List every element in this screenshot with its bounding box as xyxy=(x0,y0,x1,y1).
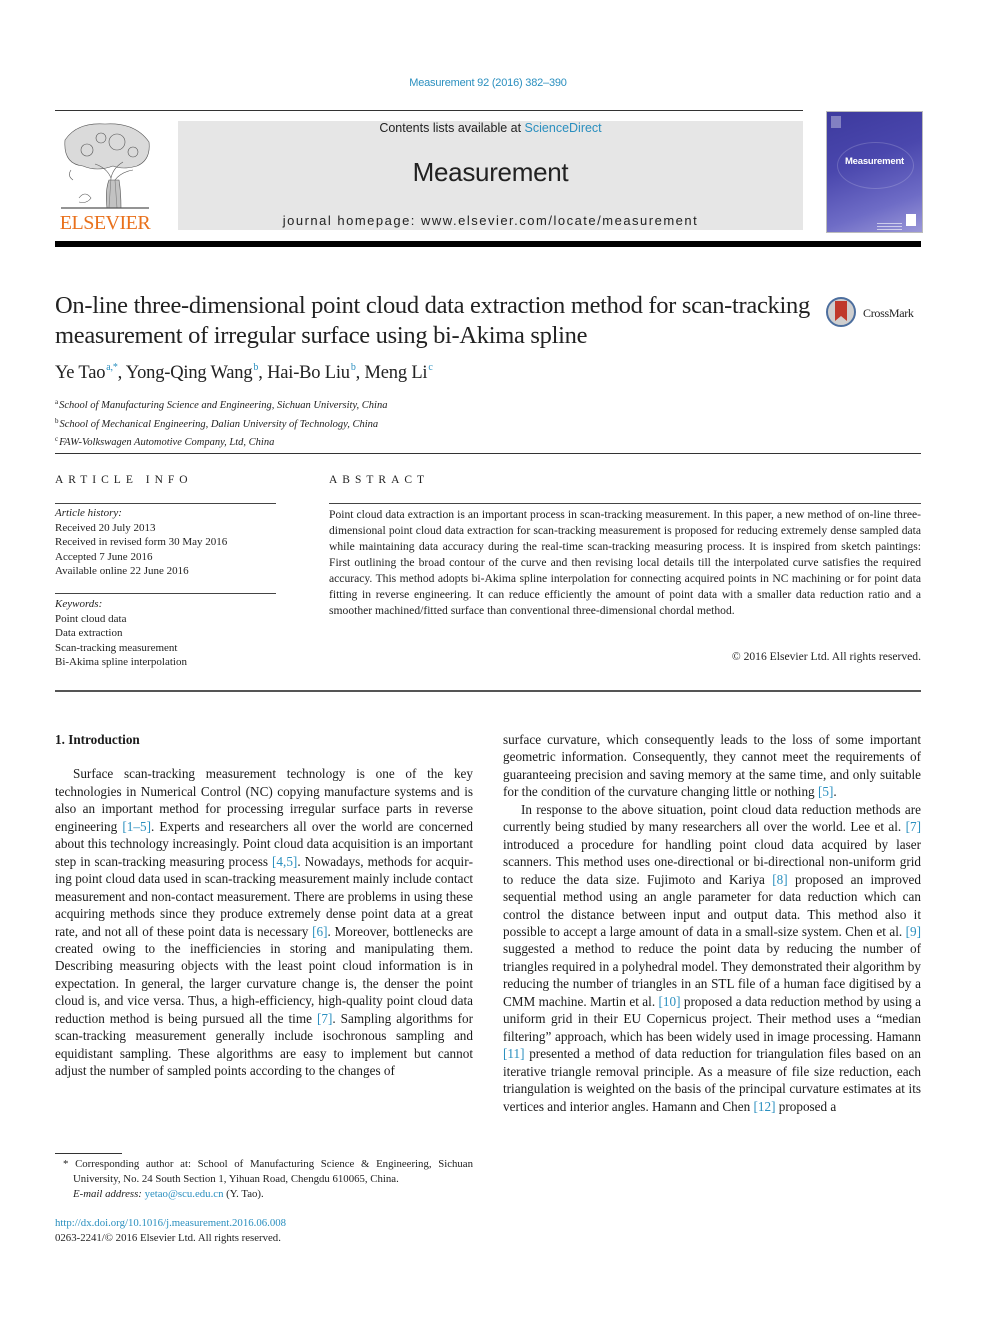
affiliation-item: cFAW-Volkswagen Automotive Company, Ltd,… xyxy=(55,432,387,451)
citation-link[interactable]: [10] xyxy=(659,994,681,1009)
email-suffix: (Y. Tao). xyxy=(223,1188,264,1200)
journal-homepage[interactable]: journal homepage: www.elsevier.com/locat… xyxy=(178,213,803,228)
header-thick-rule xyxy=(55,241,921,247)
top-rule xyxy=(55,110,803,111)
citation-link[interactable]: [7] xyxy=(906,819,921,834)
divider xyxy=(55,593,276,594)
article-history-label: Article history: xyxy=(55,507,122,519)
paper-title: On-line three-dimensional point cloud da… xyxy=(55,292,810,349)
doi-block: http://dx.doi.org/10.1016/j.measurement.… xyxy=(55,1216,286,1246)
elsevier-logo: ELSEVIER xyxy=(55,120,155,234)
abstract-heading: ABSTRACT xyxy=(329,474,430,486)
history-item: Available online 22 June 2016 xyxy=(55,565,189,577)
journal-reference-link[interactable]: Measurement 92 (2016) 382–390 xyxy=(0,77,976,89)
citation-link[interactable]: [11] xyxy=(503,1046,524,1061)
corresponding-author-address: * Corresponding author at: School of Man… xyxy=(63,1158,473,1185)
author-list: Ye Taoa,*, Yong-Qing Wangb, Hai-Bo Liub,… xyxy=(55,362,433,383)
keywords: Keywords: Point cloud data Data extracti… xyxy=(55,597,285,670)
corresponding-author-text: * Corresponding author at: School of Man… xyxy=(55,1157,473,1187)
author-affiliation-marker[interactable]: c xyxy=(428,362,432,373)
affiliation-text: School of Mechanical Engineering, Dalian… xyxy=(59,418,379,430)
affiliation-key: b xyxy=(55,416,59,425)
author-affiliation-marker[interactable]: b xyxy=(351,362,356,373)
journal-title: Measurement xyxy=(412,157,569,187)
right-paragraphs: surface curvature, which consequently le… xyxy=(503,731,921,1115)
section-heading: 1. Introduction xyxy=(55,732,140,747)
sciencedirect-link[interactable]: ScienceDirect xyxy=(525,121,602,135)
journal-banner: Contents lists available at ScienceDirec… xyxy=(178,121,803,230)
cover-badge-icon xyxy=(906,214,916,226)
divider xyxy=(55,503,276,504)
history-item: Received in revised form 30 May 2016 xyxy=(55,536,228,548)
email-label: E-mail address: xyxy=(73,1188,145,1200)
citation-link[interactable]: [6] xyxy=(312,924,327,939)
divider xyxy=(55,690,921,692)
affiliation-text: School of Manufacturing Science and Engi… xyxy=(59,400,388,411)
history-item: Received 20 July 2013 xyxy=(55,521,156,534)
journal-cover-image: Measurement xyxy=(826,111,923,233)
divider xyxy=(329,503,921,504)
cover-text-lines xyxy=(877,223,902,224)
body-column-left: 1. Introduction Surface scan-tracking me… xyxy=(55,731,473,1080)
abstract-text: Point cloud data extraction is an import… xyxy=(329,508,921,617)
affiliation-item: bSchool of Mechanical Engineering, Dalia… xyxy=(55,414,387,433)
keyword-item: Scan-tracking measurement xyxy=(55,641,178,654)
footnote-rule xyxy=(55,1153,122,1154)
citation-link[interactable]: [8] xyxy=(772,872,787,887)
keyword-item: Point cloud data xyxy=(55,612,127,625)
author-name[interactable]: Hai-Bo Liu xyxy=(267,363,350,383)
divider xyxy=(55,453,921,454)
author-affiliation-marker[interactable]: b xyxy=(253,362,258,373)
contents-prefix: Contents lists available at xyxy=(379,121,525,135)
body-paragraph: In response to the above situation, poin… xyxy=(503,801,921,1114)
left-paragraphs: Surface scan-tracking measurement techno… xyxy=(55,765,473,1079)
author-name[interactable]: Yong-Qing Wang xyxy=(126,363,253,383)
email-link[interactable]: yetao@scu.edu.cn xyxy=(145,1188,224,1200)
keywords-label: Keywords: xyxy=(55,598,103,610)
article-info-heading: ARTICLE INFO xyxy=(55,474,193,486)
crossmark-button[interactable]: CrossMark xyxy=(826,297,926,333)
issn-line: 0263-2241/© 2016 Elsevier Ltd. All right… xyxy=(55,1232,281,1244)
citation-link[interactable]: [5] xyxy=(818,784,833,799)
abstract-copyright: © 2016 Elsevier Ltd. All rights reserved… xyxy=(731,650,921,663)
email-line: E-mail address: yetao@scu.edu.cn (Y. Tao… xyxy=(55,1187,473,1202)
citation-link[interactable]: [1–5] xyxy=(122,819,151,834)
history-item: Accepted 7 June 2016 xyxy=(55,550,153,563)
body-paragraph: surface curvature, which consequently le… xyxy=(503,732,921,800)
citation-link[interactable]: [9] xyxy=(906,924,921,939)
keyword-item: Data extraction xyxy=(55,627,123,639)
contents-line: Contents lists available at ScienceDirec… xyxy=(178,121,803,135)
cover-emblem-icon xyxy=(831,116,841,128)
citation-link[interactable]: [12] xyxy=(753,1099,775,1114)
article-history: Article history: Received 20 July 2013 R… xyxy=(55,506,285,579)
corresponding-author-footnote: * Corresponding author at: School of Man… xyxy=(55,1157,473,1202)
elsevier-tree-icon xyxy=(61,123,150,209)
body-column-right: surface curvature, which consequently le… xyxy=(503,731,921,1115)
affiliation-item: aSchool of Manufacturing Science and Eng… xyxy=(55,395,387,414)
author-affiliation-marker[interactable]: a,* xyxy=(106,362,118,373)
affiliation-text: FAW-Volkswagen Automotive Company, Ltd, … xyxy=(59,437,275,448)
affiliations: aSchool of Manufacturing Science and Eng… xyxy=(55,395,387,451)
author-name[interactable]: Ye Tao xyxy=(55,363,105,383)
citation-link[interactable]: [7] xyxy=(317,1011,332,1026)
affiliation-key: a xyxy=(55,398,59,406)
doi-link[interactable]: http://dx.doi.org/10.1016/j.measurement.… xyxy=(55,1216,286,1231)
affiliation-key: c xyxy=(55,435,59,443)
author-name[interactable]: Meng Li xyxy=(365,363,428,383)
keyword-item: Bi-Akima spline interpolation xyxy=(55,656,187,668)
crossmark-label: CrossMark xyxy=(863,306,914,320)
cover-title: Measurement xyxy=(844,156,905,167)
citation-link[interactable]: [4,5] xyxy=(272,854,297,869)
body-paragraph: Surface scan-tracking measurement techno… xyxy=(55,766,474,1079)
publisher-name: ELSEVIER xyxy=(59,212,151,234)
